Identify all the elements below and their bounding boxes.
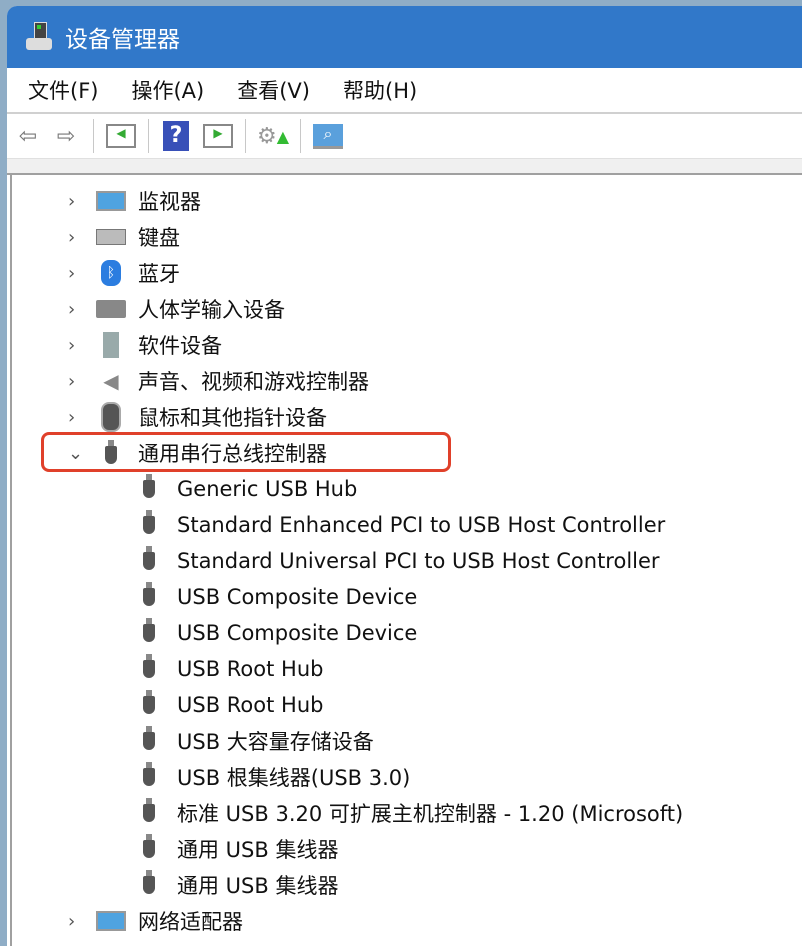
chevron-right-icon[interactable]: › xyxy=(68,299,84,320)
toolbar-divider xyxy=(245,119,246,153)
tree-category[interactable]: › 键盘 xyxy=(12,219,802,255)
device-label: USB 根集线器(USB 3.0) xyxy=(177,766,411,790)
show-hide-action-pane-icon[interactable]: ▶ xyxy=(201,121,235,151)
device-label: Generic USB Hub xyxy=(177,477,358,501)
window-title: 设备管理器 xyxy=(65,27,180,53)
category-label: 鼠标和其他指针设备 xyxy=(138,406,327,430)
usb-icon xyxy=(143,869,155,901)
tree-category[interactable]: › ◀ 声音、视频和游戏控制器 xyxy=(12,363,802,399)
hid-icon xyxy=(96,296,126,322)
usb-icon xyxy=(143,617,155,649)
tree-category[interactable]: › 鼠标和其他指针设备 xyxy=(12,399,802,435)
chevron-right-icon[interactable]: › xyxy=(68,263,84,284)
menu-action[interactable]: 操作(A) xyxy=(131,75,204,105)
usb-icon xyxy=(143,653,155,685)
category-label: 网络适配器 xyxy=(138,910,243,934)
keyboard-icon xyxy=(96,224,126,250)
tree-device[interactable]: USB 大容量存储设备 xyxy=(12,723,802,759)
device-label: USB Composite Device xyxy=(177,621,418,645)
device-label: Standard Universal PCI to USB Host Contr… xyxy=(177,549,660,573)
device-label: USB 大容量存储设备 xyxy=(177,730,374,754)
pane-header xyxy=(7,159,802,175)
device-label: 通用 USB 集线器 xyxy=(177,874,339,898)
category-label: 人体学输入设备 xyxy=(138,298,285,322)
device-tree: › 监视器 › 键盘 › ᛒ 蓝牙 › 人体学输入设备 › 软件设备 › ◀ 声… xyxy=(10,174,802,946)
chevron-right-icon[interactable]: › xyxy=(68,371,84,392)
device-label: USB Root Hub xyxy=(177,693,324,717)
tree-device[interactable]: USB Root Hub xyxy=(12,651,802,687)
usb-icon xyxy=(143,581,155,613)
menu-help[interactable]: 帮助(H) xyxy=(343,75,417,105)
usb-icon xyxy=(143,509,155,541)
forward-icon[interactable]: ⇨ xyxy=(49,121,83,151)
bluetooth-icon: ᛒ xyxy=(96,260,126,286)
tree-device[interactable]: 标准 USB 3.20 可扩展主机控制器 - 1.20 (Microsoft) xyxy=(12,795,802,831)
mouse-icon xyxy=(96,402,126,432)
device-label: Standard Enhanced PCI to USB Host Contro… xyxy=(177,513,666,537)
usb-icon xyxy=(143,545,155,577)
usb-icon xyxy=(143,689,155,721)
tree-category[interactable]: › ᛒ 蓝牙 xyxy=(12,255,802,291)
menu-view[interactable]: 查看(V) xyxy=(237,75,310,105)
tree-device[interactable]: 通用 USB 集线器 xyxy=(12,867,802,903)
category-label: 软件设备 xyxy=(138,334,222,358)
tree-device[interactable]: USB 根集线器(USB 3.0) xyxy=(12,759,802,795)
tree-device[interactable]: Standard Enhanced PCI to USB Host Contro… xyxy=(12,507,802,543)
show-hide-console-tree-icon[interactable]: ◀ xyxy=(104,121,138,151)
tree-device[interactable]: 通用 USB 集线器 xyxy=(12,831,802,867)
usb-icon xyxy=(143,725,155,757)
tree-category[interactable]: › 网络适配器 xyxy=(12,903,802,939)
monitor-icon xyxy=(96,188,126,214)
category-label: 监视器 xyxy=(138,190,201,214)
menu-bar: 文件(F) 操作(A) 查看(V) 帮助(H) xyxy=(7,68,802,114)
scan-hardware-icon[interactable]: ⌕ xyxy=(311,121,345,151)
usb-icon xyxy=(143,761,155,793)
toolbar-divider xyxy=(93,119,94,153)
help-icon[interactable]: ? xyxy=(159,121,193,151)
usb-icon xyxy=(143,833,155,865)
usb-icon xyxy=(143,797,155,829)
category-label: 键盘 xyxy=(138,226,180,250)
update-driver-icon[interactable]: ⚙ ▲ xyxy=(256,121,290,151)
tree-category[interactable]: › 监视器 xyxy=(12,183,802,219)
network-adapter-icon xyxy=(96,908,126,934)
chevron-right-icon[interactable]: › xyxy=(68,911,84,932)
chevron-right-icon[interactable]: › xyxy=(68,191,84,212)
device-label: 标准 USB 3.20 可扩展主机控制器 - 1.20 (Microsoft) xyxy=(177,802,684,826)
device-manager-window: 设备管理器 文件(F) 操作(A) 查看(V) 帮助(H) ⇦ ⇨ ◀ ? ▶ … xyxy=(7,6,802,946)
chevron-right-icon[interactable]: › xyxy=(68,227,84,248)
toolbar: ⇦ ⇨ ◀ ? ▶ ⚙ ▲ ⌕ xyxy=(7,114,802,159)
chevron-right-icon[interactable]: › xyxy=(68,335,84,356)
tree-device[interactable]: USB Composite Device xyxy=(12,615,802,651)
software-device-icon xyxy=(96,332,126,358)
tree-category[interactable]: › 软件设备 xyxy=(12,327,802,363)
device-label: 通用 USB 集线器 xyxy=(177,838,339,862)
toolbar-divider xyxy=(300,119,301,153)
device-label: USB Composite Device xyxy=(177,585,418,609)
tree-category[interactable]: › 人体学输入设备 xyxy=(12,291,802,327)
menu-file[interactable]: 文件(F) xyxy=(28,75,98,105)
tree-device[interactable]: Generic USB Hub xyxy=(12,471,802,507)
highlight-box xyxy=(41,432,451,472)
chevron-right-icon[interactable]: › xyxy=(68,407,84,428)
tree-device[interactable]: Standard Universal PCI to USB Host Contr… xyxy=(12,543,802,579)
speaker-icon: ◀ xyxy=(103,369,119,393)
toolbar-divider xyxy=(148,119,149,153)
tree-device[interactable]: USB Root Hub xyxy=(12,687,802,723)
back-icon[interactable]: ⇦ xyxy=(11,121,45,151)
tree-device[interactable]: USB Composite Device xyxy=(12,579,802,615)
category-label: 声音、视频和游戏控制器 xyxy=(138,370,369,394)
device-label: USB Root Hub xyxy=(177,657,324,681)
device-manager-icon xyxy=(25,22,55,52)
category-label: 蓝牙 xyxy=(138,262,180,286)
title-bar: 设备管理器 xyxy=(7,6,802,68)
usb-icon xyxy=(143,473,155,505)
